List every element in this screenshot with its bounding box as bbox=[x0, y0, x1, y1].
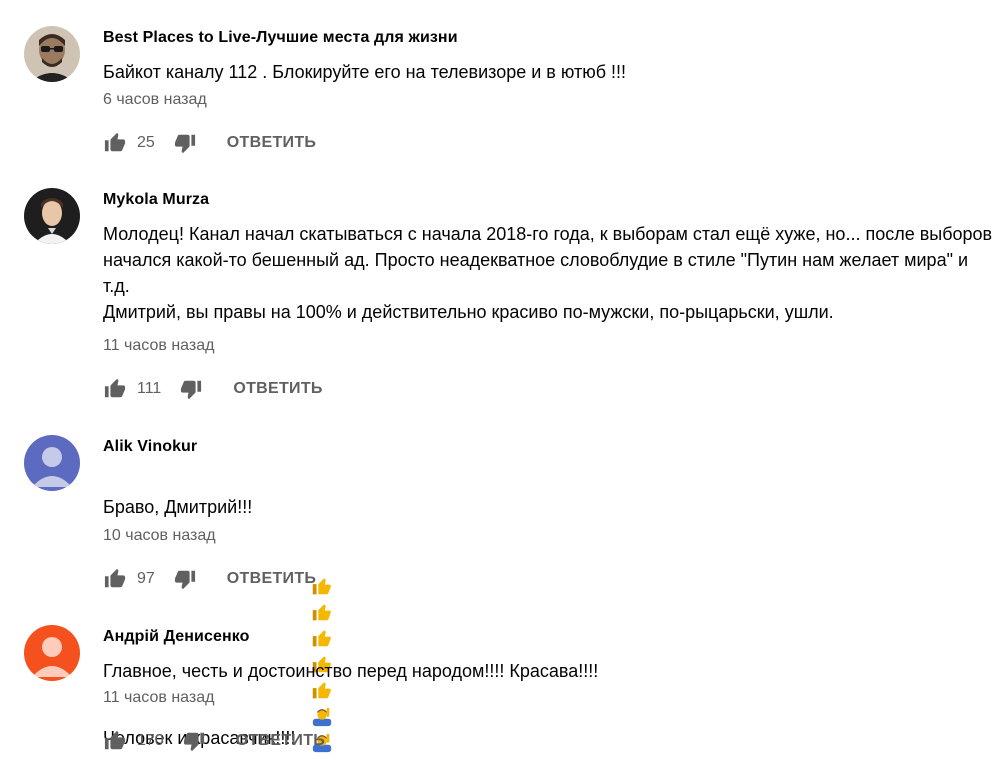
comment-text-line: Браво, Дмитрий!!! bbox=[103, 497, 253, 517]
comment-timestamp[interactable]: 11 часов назад bbox=[103, 689, 214, 707]
like-icon[interactable] bbox=[103, 729, 127, 753]
avatar-photo bbox=[24, 188, 80, 244]
like-count: 25 bbox=[137, 134, 155, 151]
comment-text: Главное, честь и достоинство перед народ… bbox=[103, 661, 599, 681]
comment-actions: 97 ОТВЕТИТЬ bbox=[103, 567, 316, 591]
comment-actions: 111 ОТВЕТИТЬ bbox=[103, 377, 323, 401]
person-raising-hand-emoji-icon bbox=[313, 708, 332, 727]
comment-author[interactable]: Mykola Murza bbox=[103, 191, 209, 209]
default-avatar-icon bbox=[24, 625, 80, 681]
comment-actions: 25 ОТВЕТИТЬ bbox=[103, 131, 316, 155]
dislike-icon[interactable] bbox=[182, 729, 206, 753]
comment-actions: 170 ОТВЕТИТЬ bbox=[103, 729, 325, 753]
thumbs-up-emoji-icon bbox=[313, 604, 332, 621]
like-count: 170 bbox=[137, 732, 164, 749]
avatar[interactable] bbox=[24, 625, 80, 681]
comment-timestamp[interactable]: 10 часов назад bbox=[103, 527, 216, 545]
comment-author[interactable]: Андрій Денисенко bbox=[103, 628, 250, 646]
comment-text: Байкот каналу 112 . Блокируйте его на те… bbox=[103, 62, 627, 82]
reply-button[interactable]: ОТВЕТИТЬ bbox=[236, 732, 325, 750]
like-icon[interactable] bbox=[103, 377, 127, 401]
like-count: 97 bbox=[137, 570, 155, 587]
like-icon[interactable] bbox=[103, 131, 127, 155]
comment-author[interactable]: Alik Vinokur bbox=[103, 438, 197, 456]
dislike-icon[interactable] bbox=[179, 377, 203, 401]
avatar[interactable] bbox=[24, 435, 80, 491]
like-icon[interactable] bbox=[103, 567, 127, 591]
thumbs-up-emoji-icon bbox=[313, 630, 332, 647]
default-avatar-icon bbox=[24, 435, 80, 491]
avatar-photo bbox=[24, 26, 80, 82]
avatar[interactable] bbox=[24, 188, 80, 244]
reply-button[interactable]: ОТВЕТИТЬ bbox=[227, 134, 316, 152]
reply-button[interactable]: ОТВЕТИТЬ bbox=[227, 570, 316, 588]
dislike-icon[interactable] bbox=[173, 567, 197, 591]
comment-text: Молодец! Канал начал скатываться с начал… bbox=[103, 224, 993, 322]
avatar[interactable] bbox=[24, 26, 80, 82]
reply-button[interactable]: ОТВЕТИТЬ bbox=[233, 380, 322, 398]
comment-timestamp[interactable]: 6 часов назад bbox=[103, 91, 207, 109]
dislike-icon[interactable] bbox=[173, 131, 197, 155]
comment-author[interactable]: Best Places to Live-Лучшие места для жиз… bbox=[103, 29, 458, 47]
like-count: 111 bbox=[137, 380, 162, 397]
comment-timestamp[interactable]: 11 часов назад bbox=[103, 337, 214, 355]
